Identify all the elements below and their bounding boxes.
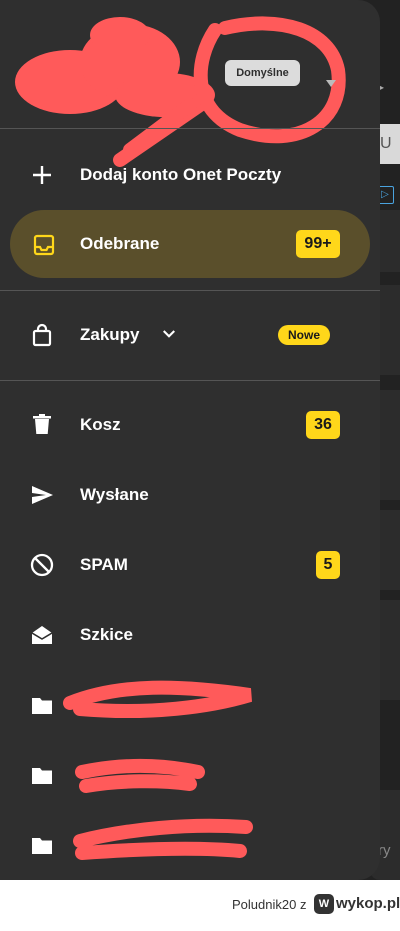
watermark-bar: Poludnik20 z W wykop.pl (0, 880, 400, 931)
sidebar-item-custom-folder[interactable] (0, 670, 380, 740)
trash-label: Kosz (80, 415, 121, 434)
add-account-button[interactable]: Dodaj konto Onet Poczty (0, 140, 380, 210)
author-connector: z (300, 897, 307, 912)
spam-label: SPAM (80, 555, 128, 574)
redacted-folder-name (75, 759, 205, 793)
inbox-count-badge: 99+ (296, 230, 340, 258)
sidebar-item-shopping[interactable]: Zakupy Nowe (0, 300, 380, 370)
divider (0, 290, 380, 291)
account-header[interactable]: Domyślne (0, 0, 380, 167)
shopping-bag-icon (32, 323, 52, 347)
folder-icon (32, 768, 52, 784)
background-input-text: U (380, 135, 392, 152)
new-badge: Nowe (278, 325, 330, 345)
inbox-label: Odebrane (80, 234, 160, 253)
redacted-folder-name (73, 818, 253, 860)
divider (0, 128, 380, 129)
divider (0, 380, 380, 381)
inbox-icon (33, 234, 55, 256)
trash-icon (33, 414, 51, 434)
sidebar-item-drafts[interactable]: Szkice (0, 600, 380, 670)
wykop-logo-icon: W (314, 894, 334, 914)
sidebar-item-custom-folder[interactable] (0, 810, 380, 880)
default-account-chip[interactable]: Domyślne (225, 60, 300, 86)
sidebar-item-spam[interactable]: SPAM 5 (0, 530, 380, 600)
block-icon (30, 553, 54, 577)
trash-count-badge: 36 (306, 411, 340, 439)
site-name: wykop.pl (336, 895, 400, 912)
sidebar-item-sent[interactable]: Wysłane (0, 460, 380, 530)
drafts-label: Szkice (80, 625, 133, 644)
sent-label: Wysłane (80, 485, 149, 504)
sidebar-item-trash[interactable]: Kosz 36 (0, 390, 380, 460)
navigation-drawer: Domyślne Dodaj konto Onet Poczty Odebran… (0, 0, 380, 880)
spam-count-badge: 5 (316, 551, 340, 579)
account-dropdown-icon[interactable] (326, 80, 336, 87)
folder-icon (32, 698, 52, 714)
shopping-label: Zakupy (80, 325, 140, 344)
add-account-label: Dodaj konto Onet Poczty (80, 165, 282, 184)
plus-icon (33, 166, 51, 184)
redacted-folder-name (63, 680, 253, 719)
send-icon (32, 486, 53, 504)
folder-icon (32, 838, 52, 854)
chevron-down-icon[interactable] (160, 325, 178, 343)
sidebar-item-custom-folder[interactable] (0, 740, 380, 810)
sidebar-item-inbox[interactable]: Odebrane 99+ (10, 210, 370, 278)
author-name: Poludnik20 (232, 897, 297, 912)
draft-icon (31, 626, 53, 644)
